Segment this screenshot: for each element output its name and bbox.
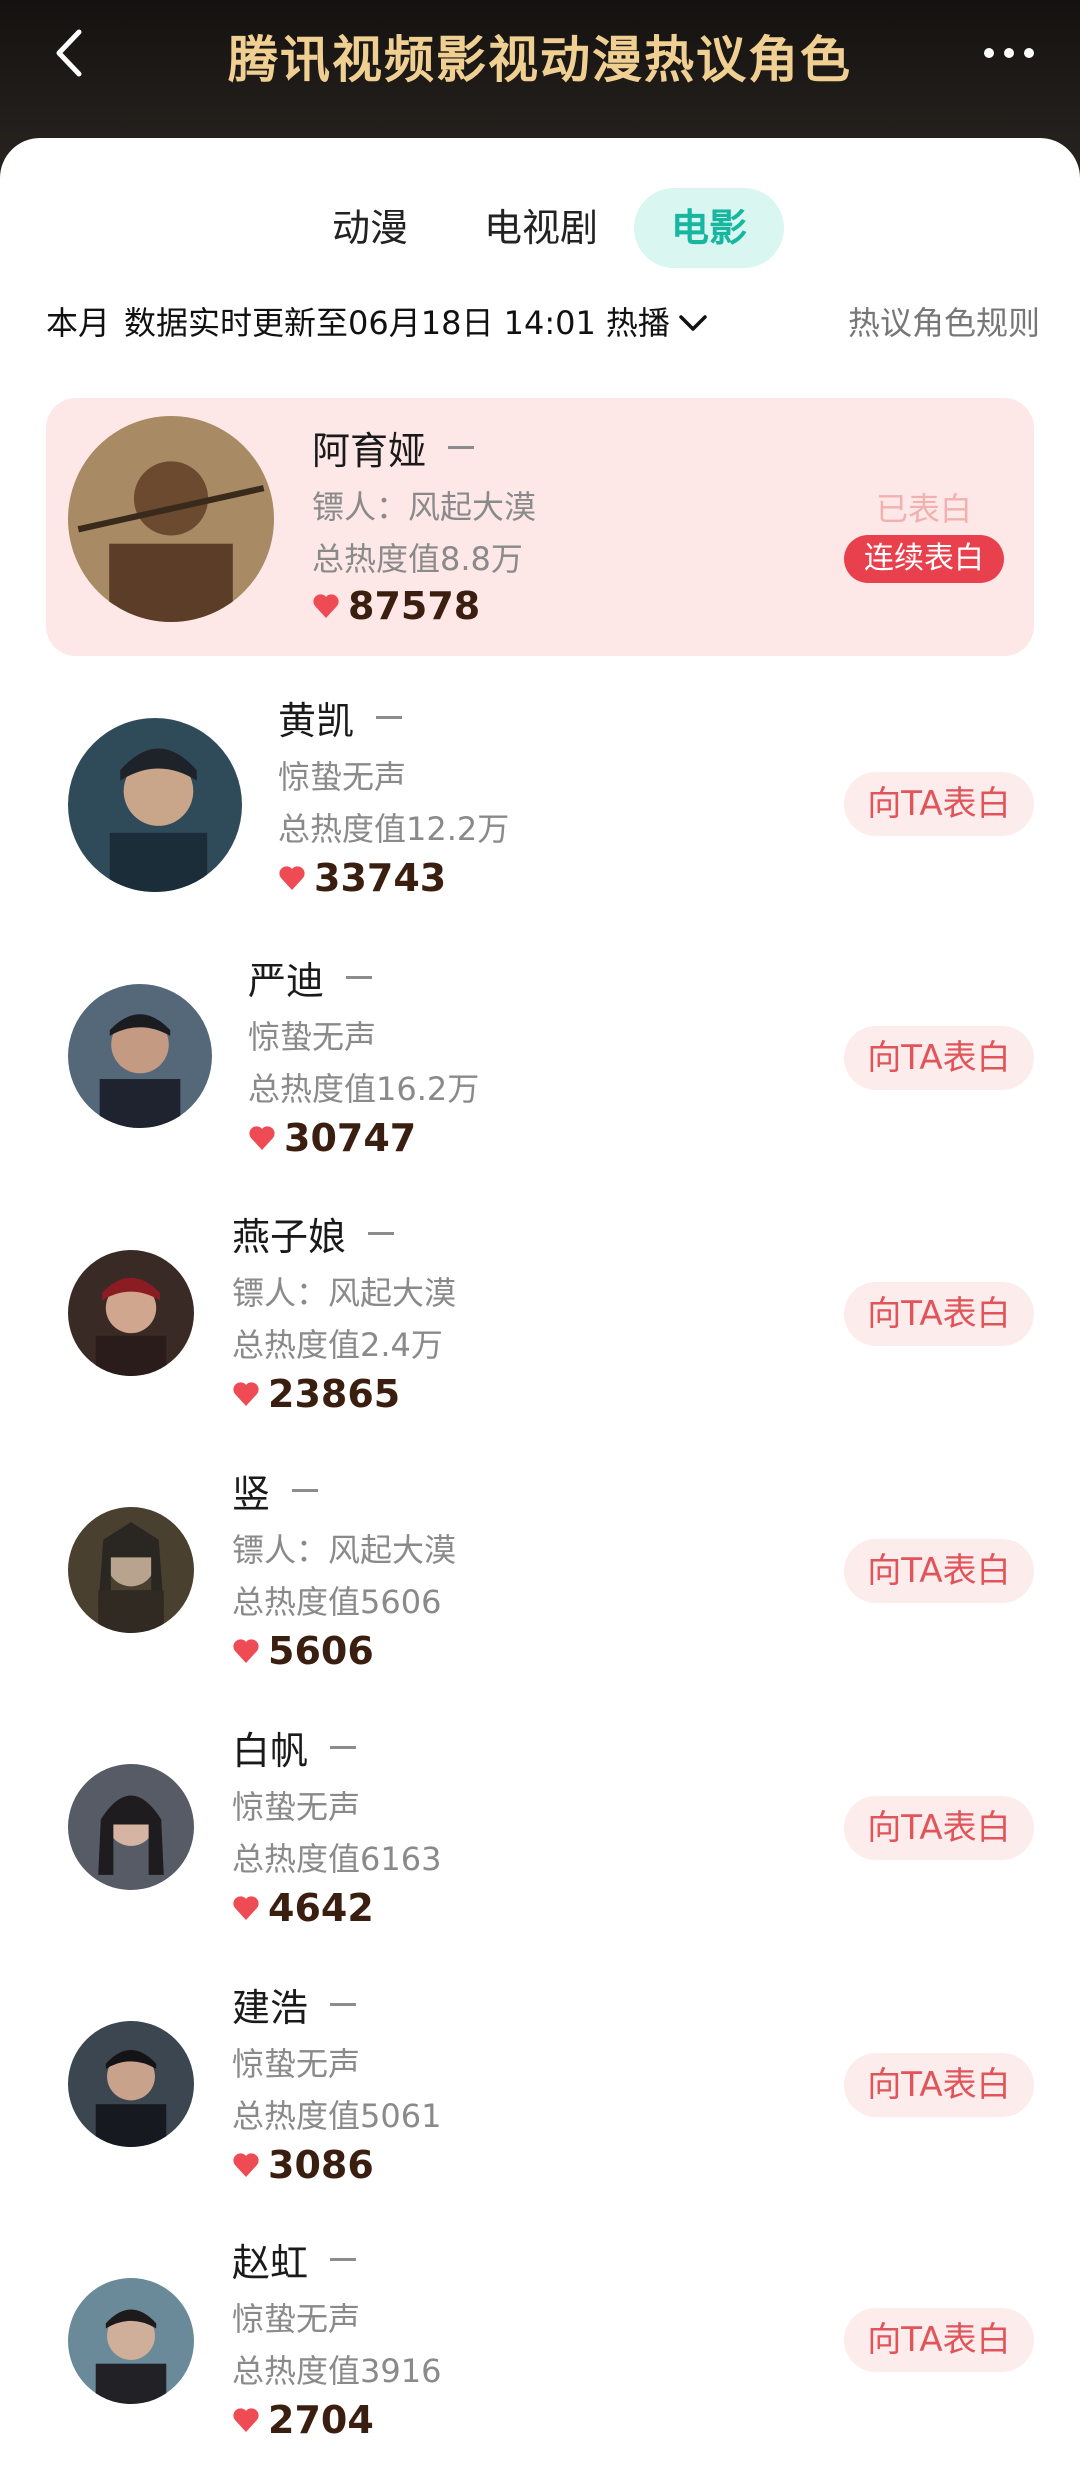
character-name: 阿育娅 xyxy=(312,429,427,473)
update-time-text: 数据实时更新至06月18日 14:01 xyxy=(124,304,596,342)
heat-value: 总热度值8.8万 xyxy=(312,540,523,578)
dot-icon xyxy=(1004,48,1014,58)
like-count: 5606 xyxy=(268,1629,374,1673)
sort-dropdown[interactable]: 本月 数据实时更新至06月18日 14:01 热播 xyxy=(46,298,710,348)
like-count: 3086 xyxy=(268,2143,374,2187)
heat-value: 总热度值5061 xyxy=(232,2097,442,2135)
character-card-2[interactable]: 黄凯 惊蛰无声 总热度值12.2万 33743 向TA表白 xyxy=(46,680,1034,938)
rules-link[interactable]: 热议角色规则 xyxy=(848,298,1040,348)
character-name: 黄凯 xyxy=(278,699,355,743)
work-title: 惊蛰无声 xyxy=(278,758,407,796)
avatar xyxy=(68,2021,194,2147)
category-tabs: 动漫 电视剧 电影 xyxy=(0,188,1080,268)
heart-icon xyxy=(279,866,305,890)
character-name: 赵虹 xyxy=(232,2241,309,2285)
sort-label: 热播 xyxy=(605,304,670,342)
character-card-1[interactable]: 阿育娅 镖人：风起大漠 总热度值8.8万 87578 已表白 连续表白 xyxy=(46,398,1034,656)
rank-change-icon xyxy=(292,1489,319,1492)
info-bar: 本月 数据实时更新至06月18日 14:01 热播 热议角色规则 xyxy=(46,298,1040,348)
tab-movie[interactable]: 电影 xyxy=(634,188,784,268)
period-label: 本月 xyxy=(46,304,111,342)
avatar xyxy=(68,718,242,892)
heat-value: 总热度值3916 xyxy=(232,2352,442,2390)
work-title: 惊蛰无声 xyxy=(232,2045,361,2083)
rank-change-icon xyxy=(330,1746,357,1749)
rank-change-icon xyxy=(330,2258,357,2261)
like-count: 87578 xyxy=(348,584,481,628)
character-card-6[interactable]: 白帆 惊蛰无声 总热度值6163 4642 向TA表白 xyxy=(46,1710,1034,1968)
confessed-label: 已表白 xyxy=(875,490,972,528)
page-title: 腾讯视频影视动漫热议角色 xyxy=(228,31,852,89)
character-name: 燕子娘 xyxy=(232,1215,347,1259)
like-count: 33743 xyxy=(314,856,447,900)
more-options-button[interactable] xyxy=(964,28,1054,78)
heart-icon xyxy=(313,594,339,618)
dot-icon xyxy=(1024,48,1034,58)
character-card-7[interactable]: 建浩 惊蛰无声 总热度值5061 3086 向TA表白 xyxy=(46,1967,1034,2225)
heat-value: 总热度值5606 xyxy=(232,1583,442,1621)
avatar xyxy=(68,2278,194,2404)
work-title: 惊蛰无声 xyxy=(232,2300,361,2338)
rank-change-icon xyxy=(376,716,403,719)
heat-value: 总热度值16.2万 xyxy=(248,1070,480,1108)
heart-icon xyxy=(233,1639,259,1663)
character-name: 竖 xyxy=(232,1472,271,1516)
heat-value: 总热度值6163 xyxy=(232,1840,442,1878)
tab-tv-series[interactable]: 电视剧 xyxy=(466,188,616,268)
heart-icon xyxy=(233,1896,259,1920)
character-name: 严迪 xyxy=(248,959,325,1003)
rank-change-icon xyxy=(330,2003,357,2006)
character-name: 建浩 xyxy=(232,1986,309,2030)
rank-change-icon xyxy=(448,446,475,449)
like-count: 23865 xyxy=(268,1372,401,1416)
work-title: 惊蛰无声 xyxy=(248,1018,377,1056)
work-title: 镖人：风起大漠 xyxy=(232,1531,457,1569)
avatar xyxy=(68,1250,194,1376)
confess-button[interactable]: 向TA表白 xyxy=(844,1282,1034,1346)
work-title: 惊蛰无声 xyxy=(232,1788,361,1826)
rank-change-icon xyxy=(368,1232,395,1235)
avatar xyxy=(68,416,274,622)
heat-value: 总热度值2.4万 xyxy=(232,1326,443,1364)
avatar xyxy=(68,1507,194,1633)
confess-button[interactable]: 向TA表白 xyxy=(844,772,1034,836)
like-count: 30747 xyxy=(284,1116,417,1160)
avatar xyxy=(68,1764,194,1890)
heart-icon xyxy=(233,2153,259,2177)
character-name: 白帆 xyxy=(232,1729,309,1773)
character-card-5[interactable]: 竖 镖人：风起大漠 总热度值5606 5606 向TA表白 xyxy=(46,1453,1034,1711)
avatar xyxy=(68,984,212,1128)
confess-button[interactable]: 向TA表白 xyxy=(844,2308,1034,2372)
chevron-down-icon xyxy=(679,315,707,331)
confess-button[interactable]: 向TA表白 xyxy=(844,1796,1034,1860)
streak-confess-button[interactable]: 连续表白 xyxy=(844,535,1004,583)
confess-button[interactable]: 向TA表白 xyxy=(844,1539,1034,1603)
rank-change-icon xyxy=(346,976,373,979)
character-card-4[interactable]: 燕子娘 镖人：风起大漠 总热度值2.4万 23865 向TA表白 xyxy=(46,1196,1034,1454)
heart-icon xyxy=(249,1126,275,1150)
heat-value: 总热度值12.2万 xyxy=(278,810,510,848)
work-title: 镖人：风起大漠 xyxy=(312,488,537,526)
heart-icon xyxy=(233,1382,259,1406)
tab-anime[interactable]: 动漫 xyxy=(300,188,440,268)
like-count: 2704 xyxy=(268,2398,374,2442)
heart-icon xyxy=(233,2408,259,2432)
work-title: 镖人：风起大漠 xyxy=(232,1274,457,1312)
confess-button[interactable]: 向TA表白 xyxy=(844,1026,1034,1090)
dot-icon xyxy=(984,48,994,58)
confess-button[interactable]: 向TA表白 xyxy=(844,2053,1034,2117)
character-card-3[interactable]: 严迪 惊蛰无声 总热度值16.2万 30747 向TA表白 xyxy=(46,940,1034,1198)
like-count: 4642 xyxy=(268,1886,374,1930)
character-card-8[interactable]: 赵虹 惊蛰无声 总热度值3916 2704 向TA表白 xyxy=(46,2222,1034,2480)
